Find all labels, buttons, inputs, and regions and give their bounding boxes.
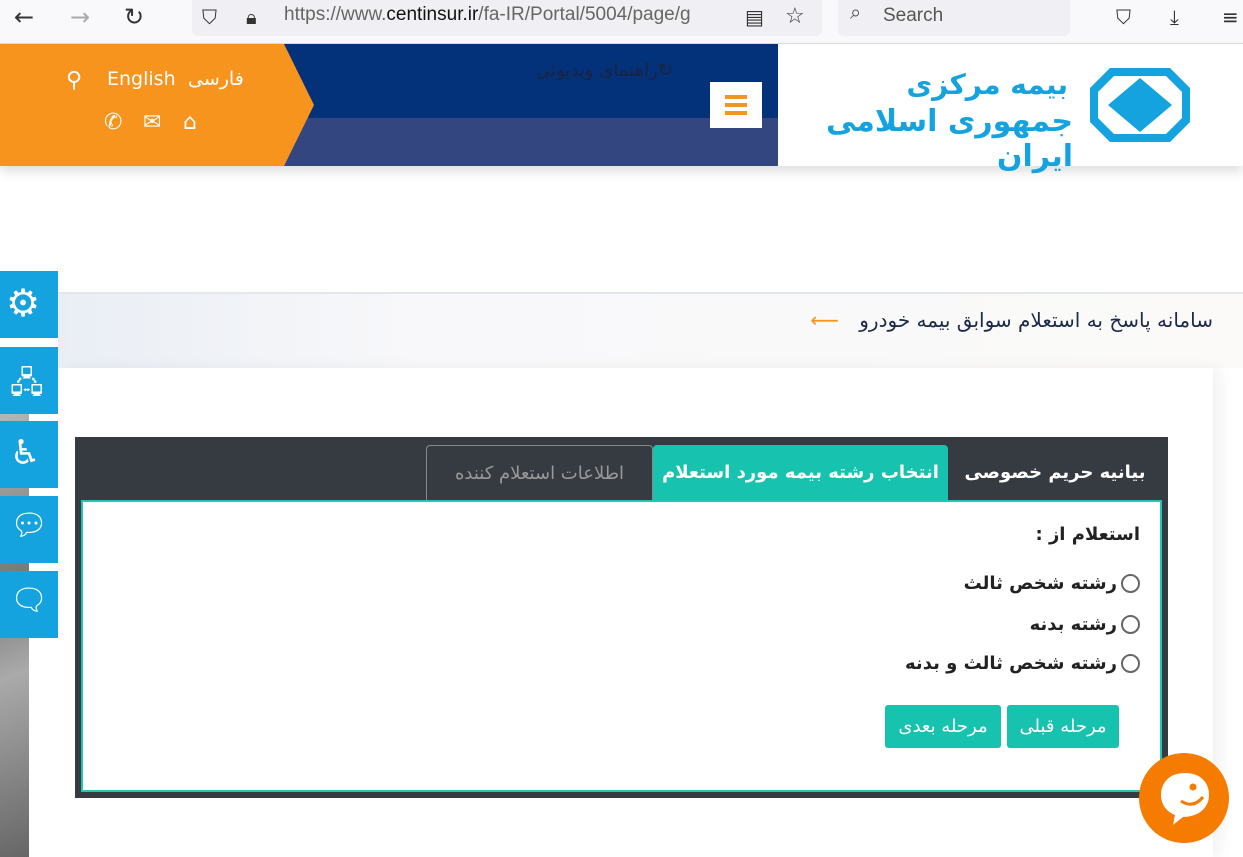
wheelchair-icon: ♿︎ — [10, 433, 41, 473]
nav-top — [284, 44, 778, 118]
radio-third-party-and-body[interactable]: رشته شخص ثالث و بدنه — [905, 653, 1140, 674]
menu-icon[interactable]: ≡ — [1222, 2, 1239, 32]
url-text[interactable]: https://www.centinsur.ir/fa-IR/Portal/50… — [284, 4, 714, 26]
radio-circle[interactable] — [1121, 574, 1140, 593]
pocket-icon[interactable]: ⛉ — [1116, 2, 1131, 32]
consult-button[interactable]: 💬︎ — [0, 496, 58, 563]
inquiry-label: استعلام از : — [1035, 524, 1140, 545]
chat-face-icon — [1161, 773, 1209, 825]
search-input[interactable]: ⌕ Search — [838, 0, 1070, 36]
comments-icon: 🗨︎ — [10, 583, 49, 618]
back-icon[interactable]: ← — [14, 2, 34, 32]
page-title: سامانه پاسخ به استعلام سوابق بیمه خودرو … — [810, 308, 1213, 332]
video-guide-link[interactable]: ↻راهنمای ویدیوئی — [536, 60, 673, 81]
top-bar-links: ⚲ English فارسی ✆ ✉ ⌂ — [0, 44, 284, 166]
site-header: ⚲ English فارسی ✆ ✉ ⌂ ↻راهنمای ویدیوئی ب… — [0, 44, 1243, 174]
tab-content — [81, 500, 1162, 792]
home-icon[interactable]: ⌂ — [183, 110, 197, 135]
messages-button[interactable]: 🗨︎ — [0, 571, 58, 638]
reload-icon[interactable]: ↻ — [124, 2, 144, 32]
logo-text-2: جمهوری اسلامی ایران — [825, 104, 1073, 174]
settings-button[interactable]: ⚙ — [0, 271, 58, 338]
network-button[interactable]: 🖧︎ — [0, 347, 58, 414]
nav-bottom — [284, 118, 778, 166]
hamburger-button[interactable] — [710, 82, 762, 128]
accessibility-button[interactable]: ♿︎ — [0, 421, 58, 488]
logo-emblem-icon — [1090, 68, 1190, 142]
download-icon[interactable]: ⤓ — [1170, 2, 1179, 32]
phone-icon[interactable]: ✆ — [104, 110, 122, 135]
search-icon: ⌕ — [850, 2, 862, 24]
previous-step-button[interactable]: مرحله قبلی — [1007, 705, 1119, 748]
gear-icon: ⚙ — [6, 281, 41, 325]
browser-toolbar: ← → ↻ ⛉ 🔒︎ https://www.centinsur.ir/fa-I… — [0, 0, 1243, 44]
radio-body[interactable]: رشته بدنه — [1030, 614, 1140, 635]
arrow-left-icon: ⟵ — [810, 308, 839, 332]
tab-inquirer-info[interactable]: اطلاعات استعلام کننده — [426, 445, 653, 500]
reader-view-icon[interactable]: ▤ — [745, 2, 764, 32]
search-placeholder: Search — [883, 5, 944, 26]
radio-circle[interactable] — [1121, 615, 1140, 634]
logo-text-1: بیمه مرکزی — [906, 68, 1068, 101]
logo[interactable]: بیمه مرکزی جمهوری اسلامی ایران — [778, 44, 1243, 174]
chat-widget-button[interactable] — [1139, 753, 1229, 843]
orange-arrow — [284, 44, 314, 166]
network-icon: 🖧︎ — [10, 366, 44, 401]
lang-english[interactable]: English — [107, 68, 176, 90]
radio-circle[interactable] — [1121, 654, 1140, 673]
lang-farsi[interactable]: فارسی — [188, 68, 244, 90]
url-bar[interactable]: ⛉ 🔒︎ https://www.centinsur.ir/fa-IR/Port… — [192, 0, 822, 36]
bookmark-star-icon[interactable]: ☆ — [785, 2, 805, 32]
search-icon[interactable]: ⚲ — [66, 68, 82, 93]
lock-icon[interactable]: 🔒︎ — [246, 2, 257, 32]
chat-person-icon: 💬︎ — [10, 508, 49, 543]
shield-icon[interactable]: ⛉ — [202, 2, 217, 32]
tab-privacy[interactable]: بیانیه حریم خصوصی — [955, 445, 1155, 500]
next-step-button[interactable]: مرحله بعدی — [885, 705, 1001, 748]
forward-icon[interactable]: → — [70, 2, 90, 32]
radio-third-party[interactable]: رشته شخص ثالث — [964, 573, 1140, 594]
tab-select-insurance[interactable]: انتخاب رشته بیمه مورد استعلام — [653, 445, 948, 500]
mail-icon[interactable]: ✉ — [143, 110, 161, 135]
